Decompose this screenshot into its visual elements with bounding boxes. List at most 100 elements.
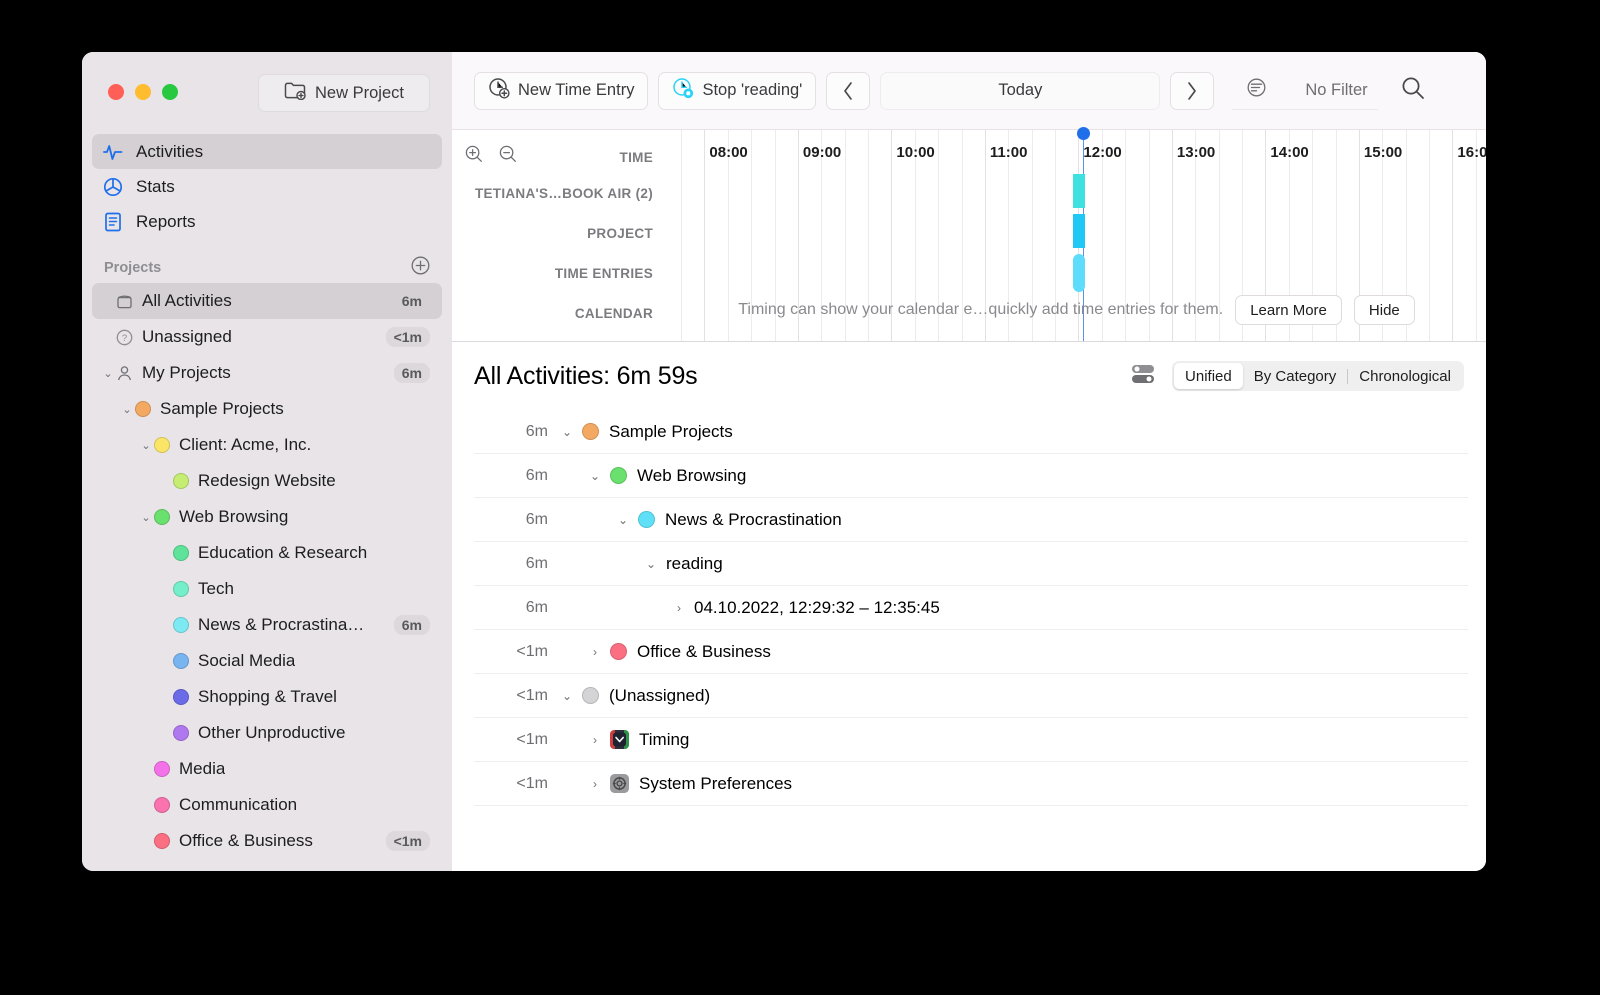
sidebar-tree-row[interactable]: Other Unproductive xyxy=(92,715,442,751)
sidebar-tree-label: Web Browsing xyxy=(179,507,289,526)
timeline[interactable]: TIME TETIANA'S…BOOK AIR (2) PROJECT TIME EN… xyxy=(452,127,1486,342)
sidebar-tree-label: Media xyxy=(179,759,226,778)
stop-timer-button[interactable]: Stop 'reading' xyxy=(658,71,817,110)
sidebar-tree-row[interactable]: ? Unassigned <1m xyxy=(92,319,442,355)
segment-chronological[interactable]: Chronological xyxy=(1348,363,1462,389)
activity-duration: 6m xyxy=(525,598,548,616)
activity-row[interactable]: <1m ⌄ (Unassigned) xyxy=(474,674,1468,718)
timeline-row-label: TETIANA'S…BOOK AIR (2) xyxy=(474,185,653,201)
close-button[interactable] xyxy=(108,84,124,100)
timeline-activity-bar[interactable] xyxy=(1072,254,1085,292)
timeline-hour-label: 15:00 xyxy=(1363,144,1403,161)
activity-color-dot xyxy=(610,643,627,660)
minimize-button[interactable] xyxy=(135,84,151,100)
duration-badge: 6m xyxy=(393,615,430,635)
sidebar-tree-row[interactable]: Education & Research xyxy=(92,535,442,571)
activity-label: News & Procrastination xyxy=(665,509,842,529)
view-mode-segmented-control[interactable]: Unified By Category Chronological xyxy=(1172,361,1464,391)
filter-control[interactable]: No Filter xyxy=(1232,72,1378,110)
activity-row[interactable]: 6m ⌄ reading xyxy=(474,542,1468,586)
activity-label: reading xyxy=(666,553,723,573)
project-color-dot xyxy=(154,833,170,849)
sidebar-tree-row[interactable]: All Activities 6m xyxy=(92,283,442,319)
filter-lines-icon xyxy=(1246,77,1267,103)
sidebar-item-stats[interactable]: Stats xyxy=(92,169,442,204)
activity-color-dot xyxy=(582,687,599,704)
chevron-down-icon[interactable]: ⌄ xyxy=(636,557,666,571)
activity-duration: <1m xyxy=(516,730,548,748)
hide-button[interactable]: Hide xyxy=(1353,295,1415,325)
activity-row[interactable]: 6m ⌄ Web Browsing xyxy=(474,454,1468,498)
sidebar-item-activities[interactable]: Activities xyxy=(92,134,442,169)
learn-more-button[interactable]: Learn More xyxy=(1235,295,1342,325)
sidebar-tree-row[interactable]: Redesign Website xyxy=(92,463,442,499)
new-time-entry-button[interactable]: New Time Entry xyxy=(474,71,649,110)
project-color-dot xyxy=(135,401,151,417)
sidebar-tree-row[interactable]: Media xyxy=(92,751,442,787)
sidebar-tree-row[interactable]: Tech xyxy=(92,571,442,607)
page-title: All Activities: 6m 59s xyxy=(474,361,698,390)
sidebar-item-reports[interactable]: Reports xyxy=(92,204,442,239)
sidebar-tree-row[interactable]: News & Procrastina… 6m xyxy=(92,607,442,643)
sidebar-tree-row[interactable]: ⌄ Web Browsing xyxy=(92,499,442,535)
sidebar-tree-row[interactable]: Shopping & Travel xyxy=(92,679,442,715)
screen: New Project Activities Stats Reports Pro… xyxy=(0,0,1600,995)
activity-duration: 6m xyxy=(525,510,548,528)
activity-row[interactable]: 6m › 04.10.2022, 12:29:32 – 12:35:45 xyxy=(474,586,1468,630)
chevron-down-icon[interactable]: ⌄ xyxy=(580,469,610,483)
timeline-activity-bar[interactable] xyxy=(1072,214,1085,248)
activity-row[interactable]: 6m ⌄ News & Procrastination xyxy=(474,498,1468,542)
chevron-down-icon[interactable]: ⌄ xyxy=(552,689,582,703)
chevron-right-icon[interactable]: › xyxy=(580,733,610,747)
sidebar-tree-row[interactable]: Communication xyxy=(92,787,442,823)
sidebar-tree-row[interactable]: ⌄ Client: Acme, Inc. xyxy=(92,427,442,463)
sidebar-tree-row[interactable]: Office & Business <1m xyxy=(92,823,442,859)
reports-document-icon xyxy=(102,211,124,233)
chevron-down-icon[interactable]: ⌄ xyxy=(138,439,154,452)
today-label: Today xyxy=(998,81,1043,99)
chevron-down-icon[interactable]: ⌄ xyxy=(100,367,116,380)
chevron-down-icon[interactable]: ⌄ xyxy=(138,511,154,524)
new-time-entry-label: New Time Entry xyxy=(518,81,635,99)
chevron-right-icon[interactable]: › xyxy=(580,777,610,791)
search-button[interactable] xyxy=(1400,75,1426,106)
activity-row[interactable]: <1m › Timing xyxy=(474,718,1468,762)
maximize-button[interactable] xyxy=(162,84,178,100)
activity-row[interactable]: <1m › Office & Business xyxy=(474,630,1468,674)
chevron-down-icon[interactable]: ⌄ xyxy=(608,513,638,527)
activity-label: System Preferences xyxy=(639,773,793,793)
project-color-dot xyxy=(154,509,170,525)
plus-circle-icon[interactable] xyxy=(411,256,430,280)
sidebar-tree-row[interactable]: ⌄ My Projects 6m xyxy=(92,355,442,391)
sidebar-nav: Activities Stats Reports xyxy=(82,130,452,239)
next-day-button[interactable] xyxy=(1170,71,1215,110)
activity-row[interactable]: 6m ⌄ Sample Projects xyxy=(474,410,1468,454)
activity-row[interactable]: <1m › System Preferences xyxy=(474,762,1468,806)
sidebar-item-label: Activities xyxy=(136,141,204,161)
sidebar-tree-label: Education & Research xyxy=(198,543,368,562)
previous-day-button[interactable] xyxy=(826,71,871,110)
chevron-down-icon[interactable]: ⌄ xyxy=(119,403,135,416)
segment-unified[interactable]: Unified xyxy=(1174,363,1243,389)
activity-color-dot xyxy=(638,511,655,528)
activity-color-dot xyxy=(610,467,627,484)
today-button[interactable]: Today xyxy=(880,71,1161,110)
clock-stop-icon xyxy=(672,77,694,104)
new-project-button[interactable]: New Project xyxy=(258,74,430,112)
now-indicator-dot xyxy=(1077,127,1091,140)
timeline-hour-label: 09:00 xyxy=(802,144,842,161)
clock-plus-icon xyxy=(488,77,510,104)
chevron-down-icon[interactable]: ⌄ xyxy=(552,425,582,439)
chevron-right-icon[interactable]: › xyxy=(580,645,610,659)
chevron-right-icon[interactable]: › xyxy=(664,601,694,615)
activity-label: (Unassigned) xyxy=(609,685,711,705)
traffic-lights[interactable] xyxy=(108,84,178,100)
duration-badge: <1m xyxy=(385,831,430,851)
calendar-promo-row: Timing can show your calendar e…quickly … xyxy=(667,290,1486,330)
folder-plus-icon xyxy=(284,81,306,105)
sidebar-tree-row[interactable]: ⌄ Sample Projects xyxy=(92,391,442,427)
timeline-activity-bar[interactable] xyxy=(1072,174,1085,208)
list-toggle-icon[interactable] xyxy=(1130,361,1156,392)
sidebar-tree-row[interactable]: Social Media xyxy=(92,643,442,679)
segment-by-category[interactable]: By Category xyxy=(1243,363,1348,389)
